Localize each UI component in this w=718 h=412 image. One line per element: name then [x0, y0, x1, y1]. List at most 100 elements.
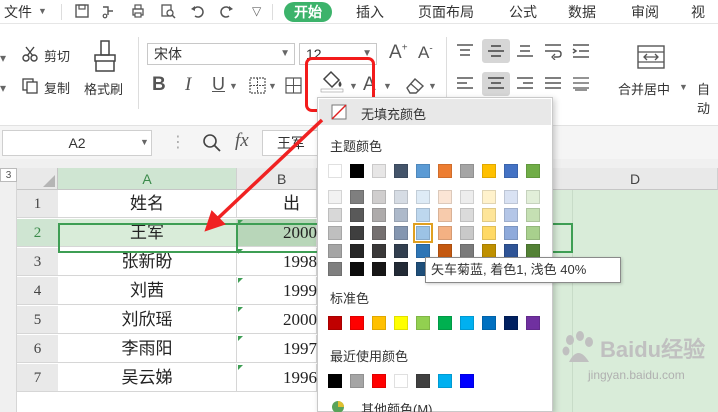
theme-shade-swatch[interactable]	[504, 190, 518, 204]
search-icon[interactable]	[202, 133, 222, 153]
eraser-icon[interactable]	[404, 75, 426, 95]
cell-style-icon[interactable]	[285, 77, 302, 94]
tab-insert[interactable]: 插入	[356, 2, 384, 22]
row-header[interactable]: 7	[17, 364, 58, 392]
print-preview-icon[interactable]	[160, 3, 176, 19]
standard-color-swatch[interactable]	[328, 316, 342, 330]
theme-shade-swatch[interactable]	[482, 190, 496, 204]
cell-b[interactable]: 1997	[237, 335, 317, 363]
paste-dropdown-icon[interactable]: ▾	[0, 51, 6, 65]
standard-color-swatch[interactable]	[482, 316, 496, 330]
theme-shade-swatch[interactable]	[328, 226, 342, 240]
theme-shade-swatch[interactable]	[394, 190, 408, 204]
align-left-icon[interactable]	[455, 75, 475, 93]
theme-color-swatch[interactable]	[504, 164, 518, 178]
cell-b[interactable]: 1996	[237, 364, 317, 392]
standard-color-swatch[interactable]	[438, 316, 452, 330]
row-header[interactable]: 6	[17, 335, 58, 363]
recent-color-swatch[interactable]	[350, 374, 364, 388]
theme-shade-swatch[interactable]	[482, 226, 496, 240]
bold-button[interactable]: B	[152, 74, 166, 96]
theme-color-swatch[interactable]	[460, 164, 474, 178]
row-header[interactable]: 1	[17, 190, 58, 218]
justify-icon[interactable]	[543, 75, 563, 93]
recent-color-swatch[interactable]	[460, 374, 474, 388]
more-colors-item[interactable]: 其他颜色(M)...	[319, 396, 551, 412]
chevron-down-icon[interactable]: ▼	[383, 81, 392, 91]
recent-color-swatch[interactable]	[416, 374, 430, 388]
chevron-down-icon[interactable]: ▼	[229, 81, 238, 91]
tab-review[interactable]: 审阅	[631, 2, 659, 22]
recent-color-swatch[interactable]	[394, 374, 408, 388]
theme-shade-swatch[interactable]	[460, 226, 474, 240]
font-name-select[interactable]: 宋体 ▼	[147, 43, 295, 65]
increase-font-icon[interactable]: A+	[389, 42, 408, 64]
tab-data[interactable]: 数据	[568, 2, 596, 22]
cell-b[interactable]: 2000	[237, 306, 317, 334]
export-icon[interactable]	[100, 3, 116, 19]
align-middle-button[interactable]	[482, 39, 510, 63]
distributed-align-icon[interactable]	[571, 75, 591, 93]
tab-view[interactable]: 视图	[691, 2, 718, 40]
theme-shade-swatch[interactable]	[460, 190, 474, 204]
cell-a[interactable]: 李雨阳	[58, 335, 237, 363]
chevron-down-icon[interactable]: ▼	[268, 81, 277, 91]
theme-shade-swatch[interactable]	[372, 262, 386, 276]
theme-shade-swatch[interactable]	[350, 208, 364, 222]
recent-color-swatch[interactable]	[328, 374, 342, 388]
align-right-icon[interactable]	[515, 75, 535, 93]
recent-color-swatch[interactable]	[438, 374, 452, 388]
theme-shade-swatch[interactable]	[394, 244, 408, 258]
theme-shade-swatch[interactable]	[394, 262, 408, 276]
recent-color-swatch[interactable]	[372, 374, 386, 388]
theme-shade-swatch[interactable]	[328, 262, 342, 276]
chevron-down-icon[interactable]: ▼	[428, 81, 437, 91]
scissors-icon[interactable]	[21, 45, 39, 63]
indent-icon[interactable]	[571, 42, 591, 60]
cut-button[interactable]: 剪切	[44, 46, 70, 65]
theme-shade-swatch[interactable]	[350, 226, 364, 240]
theme-shade-swatch[interactable]	[504, 226, 518, 240]
chevron-down-icon[interactable]: ▼	[140, 137, 149, 147]
theme-shade-swatch[interactable]	[460, 208, 474, 222]
theme-shade-swatch[interactable]	[372, 190, 386, 204]
merge-center-icon[interactable]	[636, 44, 666, 70]
theme-shade-swatch[interactable]	[416, 190, 430, 204]
theme-color-swatch[interactable]	[416, 164, 430, 178]
align-top-icon[interactable]	[455, 42, 475, 60]
theme-shade-swatch[interactable]	[482, 208, 496, 222]
standard-color-swatch[interactable]	[394, 316, 408, 330]
theme-shade-swatch[interactable]	[350, 244, 364, 258]
redo-icon[interactable]	[218, 3, 234, 19]
theme-color-swatch[interactable]	[526, 164, 540, 178]
merge-center-button[interactable]: 合并居中	[618, 79, 670, 98]
cell-a[interactable]: 姓名	[58, 190, 237, 218]
theme-shade-swatch[interactable]	[526, 244, 540, 258]
paste-dropdown-icon[interactable]: ▾	[0, 81, 6, 95]
column-header-d[interactable]: D	[553, 168, 718, 190]
format-painter-button[interactable]: 格式刷	[84, 79, 123, 98]
row-header[interactable]: 4	[17, 277, 58, 305]
column-header-a[interactable]: A	[58, 168, 237, 190]
standard-color-swatch[interactable]	[504, 316, 518, 330]
print-icon[interactable]	[130, 3, 146, 19]
tab-home[interactable]: 开始	[284, 2, 332, 22]
theme-color-swatch[interactable]	[350, 164, 364, 178]
standard-color-swatch[interactable]	[460, 316, 474, 330]
outline-level-button[interactable]: 3	[0, 168, 17, 182]
row-header[interactable]: 5	[17, 306, 58, 334]
theme-shade-swatch[interactable]	[372, 226, 386, 240]
theme-color-swatch[interactable]	[372, 164, 386, 178]
theme-shade-swatch[interactable]	[416, 244, 430, 258]
auto-wrap-button[interactable]: 自动	[697, 79, 718, 117]
theme-color-swatch[interactable]	[394, 164, 408, 178]
row-header[interactable]: 2	[17, 219, 58, 247]
theme-shade-swatch[interactable]	[482, 244, 496, 258]
theme-shade-swatch[interactable]	[438, 244, 452, 258]
theme-shade-swatch[interactable]	[504, 208, 518, 222]
theme-shade-swatch[interactable]	[372, 208, 386, 222]
theme-shade-swatch[interactable]	[394, 208, 408, 222]
theme-shade-swatch[interactable]	[526, 208, 540, 222]
decrease-font-icon[interactable]: A-	[418, 43, 433, 63]
chevron-down-icon[interactable]: ▼	[38, 6, 47, 16]
